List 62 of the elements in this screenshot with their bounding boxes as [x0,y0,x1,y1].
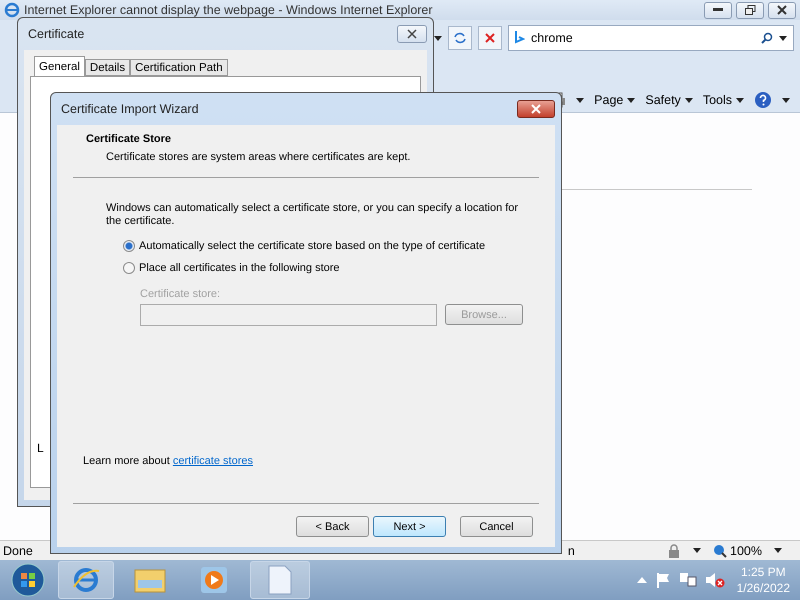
minimize-button[interactable] [704,2,732,18]
radio-icon[interactable] [123,240,135,252]
close-icon [530,104,542,114]
zoom-button[interactable]: 100% [713,544,762,558]
status-text: n [568,544,575,558]
browser-logo-icon [4,2,20,18]
description-text: Windows can automatically select a certificate store, or you can specify a location for the certificate. [106,202,520,228]
search-icon[interactable] [761,32,773,44]
close-button[interactable] [397,25,427,43]
dialog-button[interactable]: Cancel [460,516,533,537]
caret-icon [736,98,744,102]
caret-icon [434,36,442,40]
caret-icon [576,98,584,102]
close-button[interactable] [517,100,555,118]
caret-icon [774,548,782,553]
section-heading: Certificate Store [85,133,172,145]
close-icon [407,29,417,39]
radio-icon[interactable] [123,262,135,274]
taskbar-browser-icon[interactable] [58,561,114,599]
partial-text: L [37,441,44,455]
magnifier-icon [713,544,728,558]
stop-button[interactable] [478,26,502,50]
tab[interactable]: Certification Path [130,59,228,76]
close-icon [777,5,787,15]
status-text: Done [2,544,33,558]
radio-option[interactable]: Place all certificates in the following store [123,262,543,274]
dialog-title: Certificate [28,27,84,41]
caret-up-icon[interactable] [636,577,647,583]
dialog-title: Certificate Import Wizard [61,102,199,116]
stop-icon [485,33,495,43]
restore-button[interactable] [736,2,764,18]
caret-icon [627,98,636,102]
minimize-icon [713,8,723,12]
caret-icon [782,98,790,102]
restore-icon [744,5,756,15]
refresh-button[interactable] [448,26,472,50]
caret-icon [684,98,693,102]
search-field[interactable]: chrome [508,25,794,51]
search-provider-icon [515,31,525,45]
tab[interactable]: Details [84,59,130,76]
taskbar-document-icon[interactable] [250,561,310,599]
caret-icon [693,548,702,553]
refresh-icon [453,32,467,44]
lock-icon[interactable] [667,544,682,558]
radio-option[interactable]: Automatically select the certificate store based on the type of certificate [123,240,543,252]
network-icon[interactable] [678,572,697,588]
close-button[interactable] [768,2,796,18]
field-label: Certificate store: [139,287,222,300]
volume-muted-icon[interactable] [704,572,725,588]
help-icon[interactable] [754,91,772,109]
caret-icon [779,36,787,40]
command-menu[interactable]: Safety [645,93,693,107]
section-subheading: Certificate stores are system areas where certificates are kept. [105,150,412,163]
dialog-button[interactable]: Next > [373,516,446,537]
flag-icon[interactable] [654,572,671,588]
tab[interactable]: General [34,56,85,76]
window-title: Internet Explorer cannot display the webpage - Windows Internet Explorer [24,3,434,17]
command-menu[interactable]: Page [594,93,636,107]
certificate-stores-link[interactable]: certificate stores [172,455,253,467]
command-menu[interactable]: Tools [702,93,744,107]
learn-more-text: Learn more about certificate stores [82,455,254,467]
dialog-button[interactable]: < Back [296,516,369,537]
